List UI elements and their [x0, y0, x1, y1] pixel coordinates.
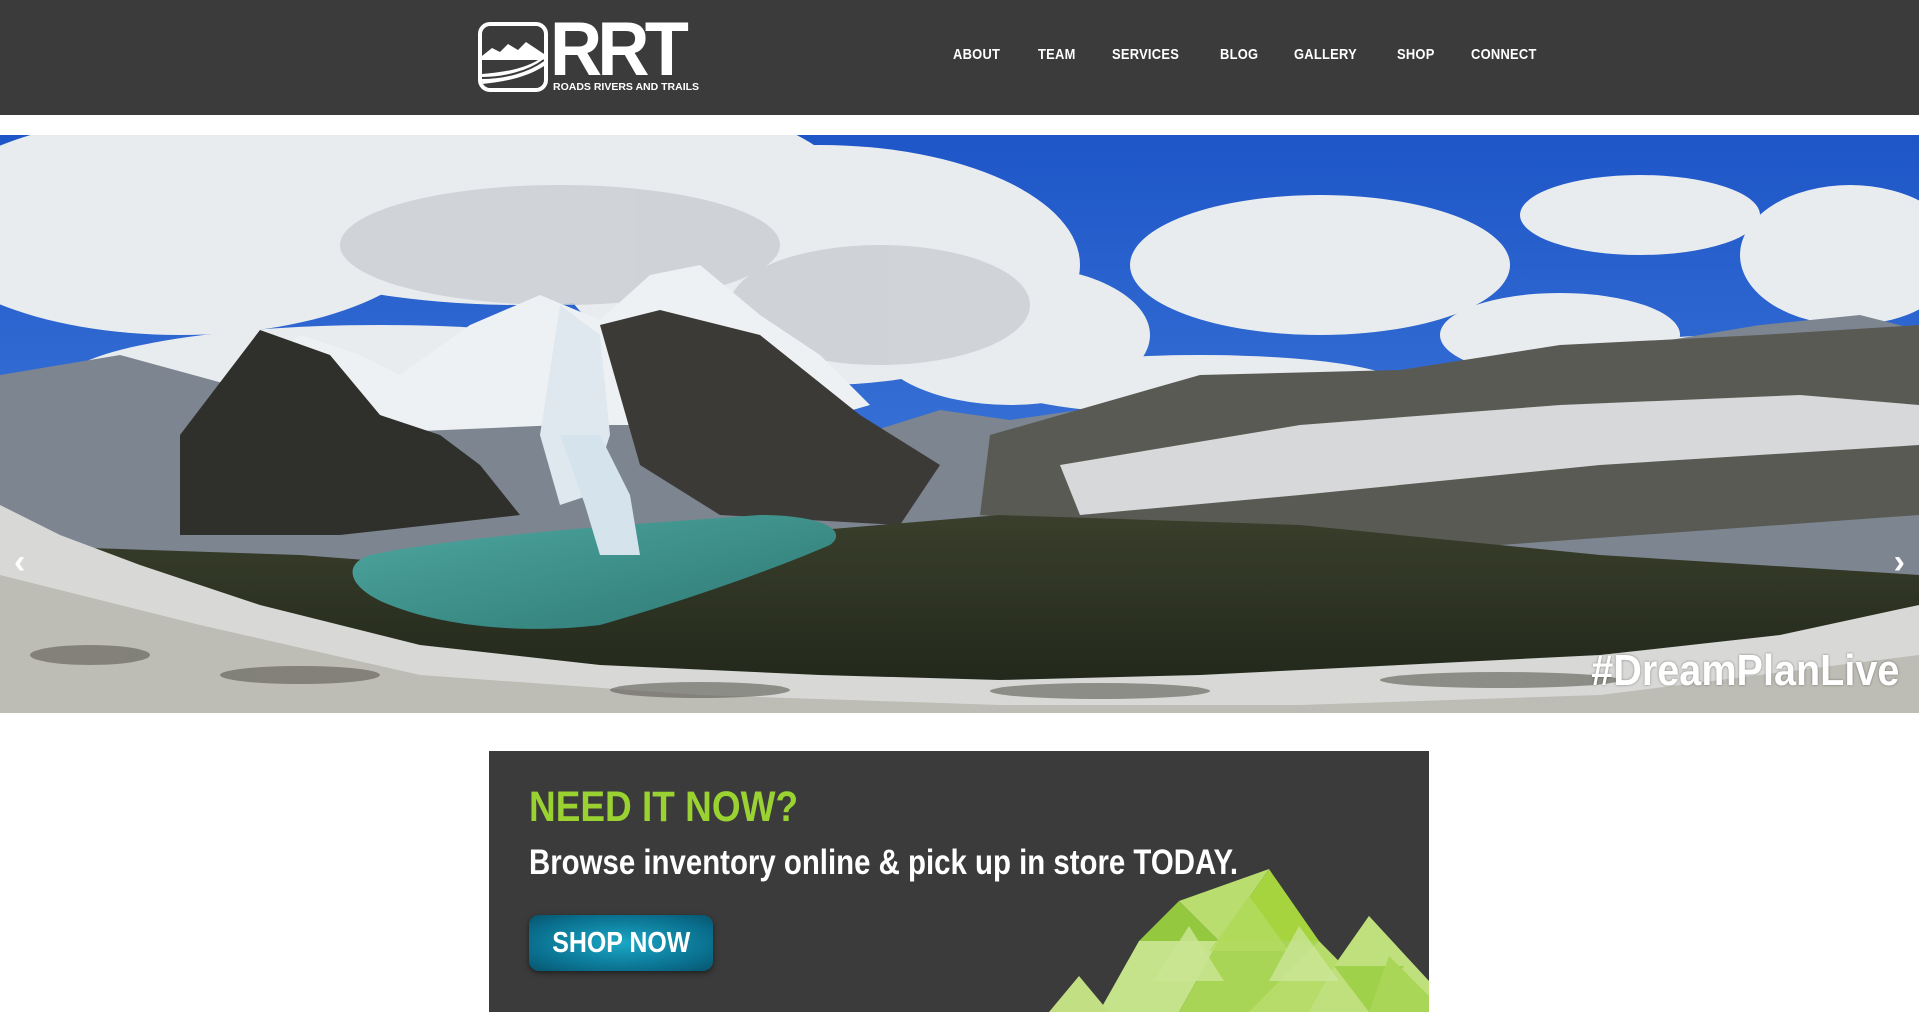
slider-prev-button[interactable]: ‹ [14, 545, 25, 579]
promo-title: NEED IT NOW? [529, 783, 799, 831]
chevron-left-icon: ‹ [14, 543, 26, 581]
nav-team[interactable]: TEAM [1038, 46, 1076, 63]
site-logo[interactable]: RRT ROADS RIVERS AND TRAILS [478, 12, 700, 94]
nav-services[interactable]: SERVICES [1112, 46, 1179, 63]
hero-hashtag: #DreamPlanLive [1590, 646, 1899, 695]
promo-subtitle: Browse inventory online & pick up in sto… [529, 843, 1239, 882]
logo-wordmark: RRT [550, 7, 689, 92]
site-header: RRT ROADS RIVERS AND TRAILS ABOUT TEAM S… [0, 0, 1919, 115]
hero-landscape-image [0, 135, 1919, 713]
road-logo-icon [478, 22, 548, 92]
shop-now-button[interactable]: SHOP NOW [529, 915, 713, 971]
nav-about[interactable]: ABOUT [953, 46, 1000, 63]
slider-next-button[interactable]: › [1894, 545, 1905, 579]
nav-gallery[interactable]: GALLERY [1294, 46, 1357, 63]
hero-slider: ‹ › [0, 135, 1919, 713]
nav-blog[interactable]: BLOG [1220, 46, 1258, 63]
promo-banner: NEED IT NOW? Browse inventory online & p… [489, 751, 1429, 1012]
nav-connect[interactable]: CONNECT [1471, 46, 1537, 63]
logo-tagline: ROADS RIVERS AND TRAILS [553, 81, 700, 93]
main-nav: ABOUT TEAM SERVICES BLOG GALLERY SHOP CO… [953, 46, 1577, 63]
nav-shop[interactable]: SHOP [1397, 46, 1435, 63]
shop-now-label: SHOP NOW [551, 926, 691, 959]
chevron-right-icon: › [1893, 543, 1905, 581]
